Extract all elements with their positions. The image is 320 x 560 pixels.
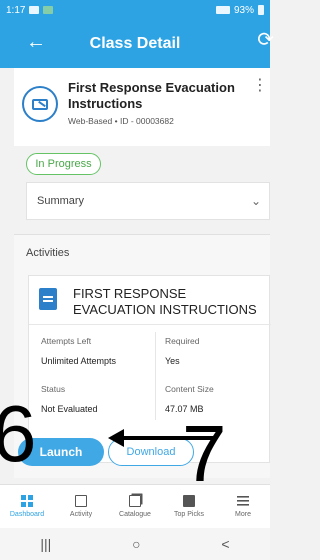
clock: 1:17	[6, 4, 26, 16]
status-badge: In Progress	[26, 153, 101, 175]
document-icon	[39, 288, 57, 310]
annotation-number-7: 7	[182, 409, 227, 498]
gallery-icon	[29, 6, 40, 14]
page-title: Class Detail	[89, 35, 181, 52]
bottom-navigation: Dashboard Activity Catalogue Top Picks M…	[0, 484, 270, 528]
nav-label: Catalogue	[119, 511, 151, 518]
content-size-label: Content Size	[165, 384, 214, 394]
web-based-course-icon	[22, 86, 58, 122]
activity-title: FIRST RESPONSE EVACUATION INSTRUCTIONS	[73, 286, 257, 317]
summary-label: Summary	[37, 195, 85, 207]
activity-icon	[75, 495, 87, 507]
required-value: Yes	[165, 356, 180, 366]
nav-more[interactable]: More	[216, 485, 270, 528]
dashboard-icon	[21, 495, 33, 507]
summary-dropdown[interactable]: Summary ⌄	[26, 182, 270, 220]
nav-dashboard[interactable]: Dashboard	[0, 485, 54, 528]
signal-icon	[215, 6, 230, 14]
back-arrow-icon[interactable]: ←	[26, 32, 46, 52]
status-bar: 1:17 93%	[0, 0, 270, 20]
refresh-icon[interactable]: ⟳	[257, 30, 274, 50]
android-navigation-bar: ||| ○ <	[0, 528, 270, 560]
status-bar-right: 93%	[215, 4, 264, 16]
recents-button[interactable]: |||	[40, 536, 51, 552]
battery-level: 93%	[233, 4, 254, 16]
nav-label: Activity	[69, 511, 93, 518]
more-options-icon[interactable]: ⋮	[252, 78, 268, 94]
nav-catalogue[interactable]: Catalogue	[108, 485, 162, 528]
nav-label: Dashboard	[9, 511, 45, 518]
top-picks-icon	[183, 495, 195, 507]
nav-label: Top Picks	[174, 511, 204, 518]
chevron-down-icon: ⌄	[250, 194, 261, 208]
annotation-number-6: 6	[0, 389, 37, 478]
home-button[interactable]: ○	[132, 536, 140, 552]
activities-label: Activities	[26, 247, 70, 259]
more-icon	[237, 495, 249, 507]
catalogue-icon	[129, 495, 141, 507]
divider	[155, 332, 156, 420]
divider	[29, 324, 271, 325]
status-bar-left: 1:17	[6, 4, 54, 16]
status-value: Not Evaluated	[41, 404, 98, 414]
course-meta: Web-Based • ID - 00003682	[68, 116, 174, 126]
nav-activity[interactable]: Activity	[54, 485, 108, 528]
attempts-left-value: Unlimited Attempts	[41, 356, 117, 366]
app-header: ← Class Detail ⟳	[0, 20, 274, 68]
nav-top-picks[interactable]: Top Picks	[162, 485, 216, 528]
course-title: First Response Evacuation Instructions	[68, 80, 235, 111]
required-label: Required	[165, 336, 200, 346]
course-card: First Response Evacuation Instructions W…	[14, 68, 270, 146]
back-button[interactable]: <	[221, 536, 229, 552]
nav-label: More	[235, 511, 251, 518]
attempts-left-label: Attempts Left	[41, 336, 92, 346]
status-label: Status	[41, 384, 66, 394]
battery-icon	[258, 5, 264, 15]
app-notification-icon	[43, 6, 54, 14]
